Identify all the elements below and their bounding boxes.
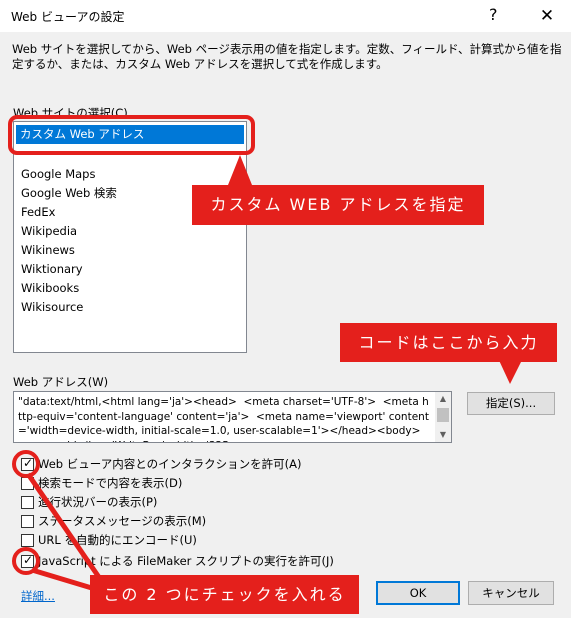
annotation-check-these: この 2 つにチェックを入れる bbox=[90, 575, 359, 614]
annotation-circle-allow-javascript bbox=[12, 547, 40, 575]
arrow-to-custom-url bbox=[228, 155, 252, 185]
annotation-circle-allow-interaction bbox=[12, 450, 40, 478]
annotation-code-input: コードはここから入力 bbox=[340, 323, 557, 362]
arrow-line-top bbox=[25, 472, 108, 588]
annotation-arrows bbox=[25, 155, 524, 595]
annotation-custom-url: カスタム WEB アドレスを指定 bbox=[192, 185, 484, 225]
